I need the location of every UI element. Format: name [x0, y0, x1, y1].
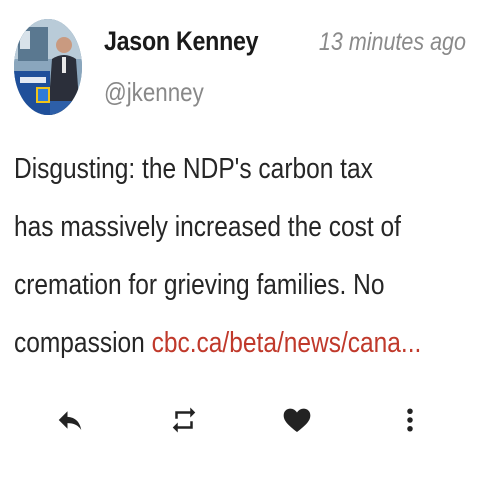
tweet-link[interactable]: cbc.ca/beta/news/cana...: [152, 327, 422, 359]
reply-button[interactable]: [48, 398, 92, 442]
avatar[interactable]: [14, 19, 82, 115]
tweet-text-line: has massively increased the cost of: [14, 211, 401, 243]
heart-icon: [283, 408, 311, 432]
avatar-image: [14, 19, 82, 115]
retweet-button[interactable]: [162, 398, 206, 442]
tweet-text: Disgusting: the NDP's carbon tax has mas…: [14, 140, 461, 372]
retweet-icon: [172, 407, 196, 433]
tweet-text-fragment: compassion: [14, 327, 152, 359]
author-display-name[interactable]: Jason Kenney: [104, 26, 259, 57]
tweet-text-line: compassion cbc.ca/beta/news/cana...: [14, 314, 461, 372]
tweet-card: Jason Kenney @jkenney 13 minutes ago Dis…: [0, 0, 480, 480]
tweet-actions-bar: [0, 398, 480, 446]
more-options-button[interactable]: [388, 398, 432, 442]
more-vertical-icon: [407, 408, 413, 432]
reply-icon: [58, 411, 82, 430]
like-button[interactable]: [275, 398, 319, 442]
author-handle[interactable]: @jkenney: [104, 77, 204, 108]
tweet-timestamp[interactable]: 13 minutes ago: [319, 28, 466, 57]
tweet-text-line: Disgusting: the NDP's carbon tax: [14, 153, 373, 185]
tweet-text-line: cremation for grieving families. No: [14, 269, 385, 301]
